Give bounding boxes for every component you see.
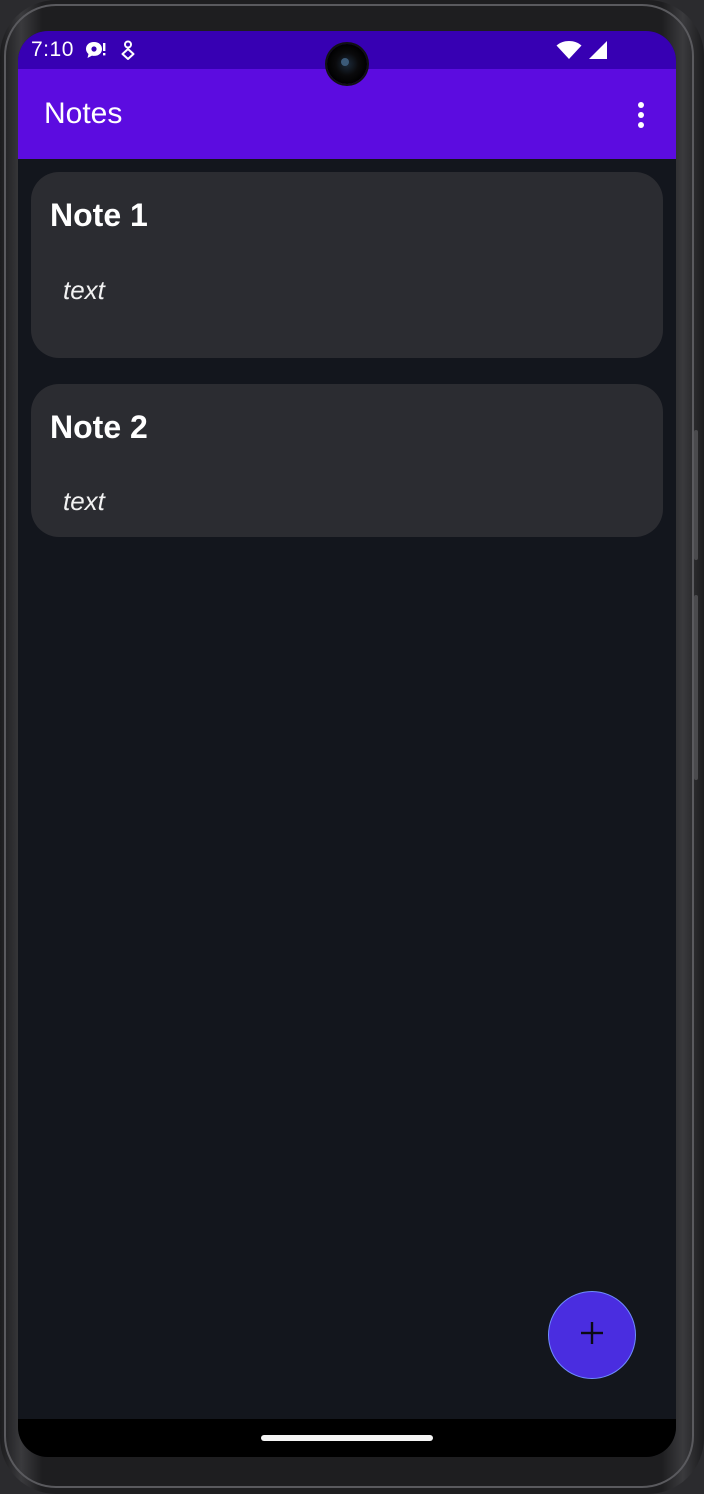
menu-dot: [638, 122, 644, 128]
note-title: Note 1: [50, 197, 148, 233]
front-camera: [327, 44, 367, 84]
chat-notification-icon: [84, 40, 106, 65]
cellular-signal-icon: [588, 40, 608, 65]
status-icons-right: [556, 40, 608, 65]
note-card[interactable]: Note 2 text: [31, 384, 663, 537]
camera-lens: [341, 58, 349, 66]
note-list: Note 1 text Note 2 text: [31, 172, 663, 537]
navigation-bar: [18, 1419, 676, 1457]
volume-button: [694, 430, 698, 560]
status-time: 7:10: [31, 38, 74, 61]
menu-dot: [638, 112, 644, 118]
overflow-menu-icon[interactable]: [626, 97, 656, 133]
plus-icon: [579, 1320, 605, 1351]
location-person-icon: [120, 40, 136, 65]
note-text: text: [63, 486, 105, 516]
note-title: Note 2: [50, 409, 148, 445]
page-title: Notes: [44, 97, 123, 130]
wifi-icon: [556, 40, 582, 65]
home-gesture-handle[interactable]: [261, 1435, 433, 1441]
add-note-button[interactable]: [548, 1291, 636, 1379]
menu-dot: [638, 102, 644, 108]
screen: 7:10 Notes Note 1 text Note 2 text: [18, 31, 676, 1457]
power-button: [694, 595, 698, 780]
phone-frame: 7:10 Notes Note 1 text Note 2 text: [0, 0, 704, 1494]
status-icons-left: [84, 40, 136, 65]
note-text: text: [63, 275, 105, 305]
note-card[interactable]: Note 1 text: [31, 172, 663, 358]
